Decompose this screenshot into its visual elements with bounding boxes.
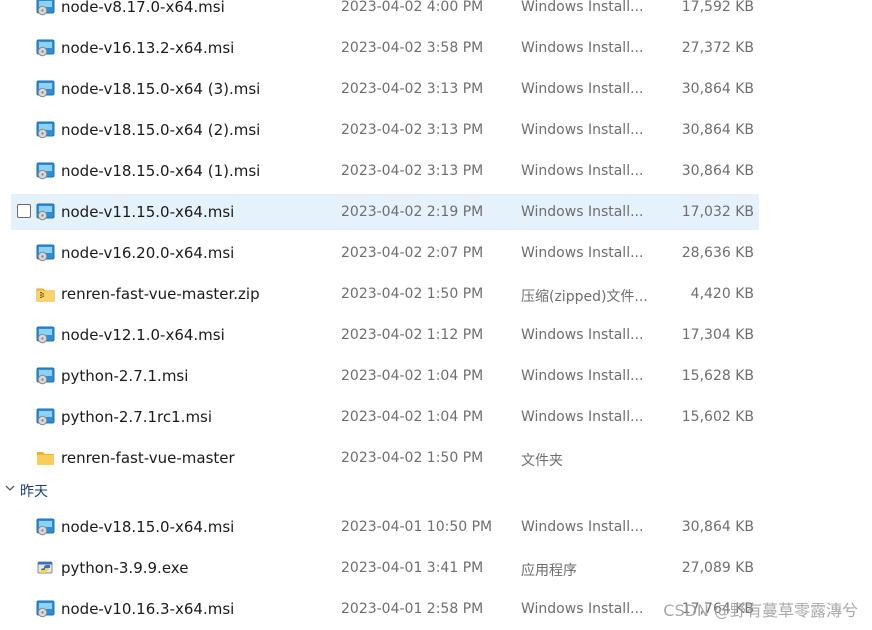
file-row[interactable]: node-v18.15.0-x64 (3).msi 2023-04-02 3:13… [11, 71, 759, 107]
file-row[interactable]: node-v8.17.0-x64.msi 2023-04-02 4:00 PM Wi… [11, 0, 759, 25]
file-date: 2023-04-02 1:12 PM [341, 327, 484, 343]
file-type: 文件夹 [521, 453, 563, 469]
file-size: 17,304 KB [681, 327, 754, 343]
msi-icon [36, 39, 55, 57]
group-label: 昨天 [20, 484, 48, 500]
file-row[interactable]: python-2.7.1rc1.msi 2023-04-02 1:04 PM Win… [11, 399, 759, 435]
file-name: node-v10.16.3-x64.msi [61, 600, 235, 618]
file-date: 2023-04-02 3:13 PM [341, 163, 484, 179]
file-size: 27,372 KB [681, 40, 754, 56]
file-size: 4,420 KB [690, 286, 754, 302]
file-date: 2023-04-01 10:50 PM [341, 519, 493, 535]
file-type: Windows Install... [521, 81, 644, 97]
file-size: 17,032 KB [681, 204, 754, 220]
file-date: 2023-04-01 2:58 PM [341, 601, 484, 617]
file-name: node-v16.13.2-x64.msi [61, 39, 235, 57]
row-checkbox[interactable] [17, 204, 31, 218]
file-name: node-v16.20.0-x64.msi [61, 244, 235, 262]
file-row[interactable]: python-2.7.1.msi 2023-04-02 1:04 PM Window… [11, 358, 759, 394]
file-name: python-2.7.1.msi [61, 367, 189, 385]
file-row[interactable]: node-v11.15.0-x64.msi 2023-04-02 2:19 PM W… [11, 194, 759, 230]
file-size: 15,628 KB [681, 368, 754, 384]
file-name: node-v18.15.0-x64 (3).msi [61, 80, 261, 98]
file-row[interactable]: node-v16.20.0-x64.msi 2023-04-02 2:07 PM W… [11, 235, 759, 271]
msi-icon [36, 367, 55, 385]
file-name: node-v11.15.0-x64.msi [61, 203, 235, 221]
group-header-yesterday[interactable]: 昨天 [0, 476, 760, 504]
file-type: Windows Install... [521, 601, 644, 617]
file-date: 2023-04-02 1:50 PM [341, 450, 484, 466]
file-row[interactable]: python-3.9.9.exe 2023-04-01 3:41 PM 应用程序 27… [11, 550, 759, 586]
file-size: 15,602 KB [681, 409, 754, 425]
file-name: node-v18.15.0-x64 (2).msi [61, 121, 261, 139]
file-name: renren-fast-vue-master.zip [61, 285, 260, 303]
file-date: 2023-04-02 2:19 PM [341, 204, 484, 220]
folder-icon [36, 449, 55, 467]
file-type: Windows Install... [521, 40, 644, 56]
file-type: Windows Install... [521, 245, 644, 261]
file-row[interactable]: node-v16.13.2-x64.msi 2023-04-02 3:58 PM W… [11, 30, 759, 66]
msi-icon [36, 80, 55, 98]
msi-icon [36, 600, 55, 618]
file-row[interactable]: node-v12.1.0-x64.msi 2023-04-02 1:12 PM Wi… [11, 317, 759, 353]
file-type: Windows Install... [521, 122, 644, 138]
chevron-down-icon[interactable] [4, 482, 16, 494]
file-size: 30,864 KB [681, 163, 754, 179]
file-type: Windows Install... [521, 368, 644, 384]
file-date: 2023-04-02 2:07 PM [341, 245, 484, 261]
file-type: 压缩(zipped)文件... [521, 289, 648, 305]
file-type: Windows Install... [521, 327, 644, 343]
file-date: 2023-04-02 1:50 PM [341, 286, 484, 302]
file-date: 2023-04-02 4:00 PM [341, 0, 484, 15]
file-size: 30,864 KB [681, 122, 754, 138]
msi-icon [36, 0, 55, 16]
file-size: 28,636 KB [681, 245, 754, 261]
file-type: 应用程序 [521, 563, 577, 579]
file-name: node-v18.15.0-x64.msi [61, 518, 235, 536]
msi-icon [36, 203, 55, 221]
msi-icon [36, 326, 55, 344]
watermark: CSDN @野有蔓草零露漙兮 [663, 601, 858, 620]
file-list: node-v8.17.0-x64.msi 2023-04-02 4:00 PM Wi… [0, 0, 872, 630]
file-date: 2023-04-02 3:13 PM [341, 81, 484, 97]
msi-icon [36, 244, 55, 262]
msi-icon [36, 162, 55, 180]
file-name: python-3.9.9.exe [61, 559, 189, 577]
zip-folder-icon [36, 285, 55, 303]
msi-icon [36, 121, 55, 139]
file-name: node-v8.17.0-x64.msi [61, 0, 225, 16]
file-size: 27,089 KB [681, 560, 754, 576]
file-date: 2023-04-01 3:41 PM [341, 560, 484, 576]
file-row[interactable]: node-v10.16.3-x64.msi 2023-04-01 2:58 PM W… [11, 591, 759, 627]
msi-icon [36, 518, 55, 536]
file-size: 17,592 KB [681, 0, 754, 15]
file-size: 30,864 KB [681, 81, 754, 97]
file-size: 30,864 KB [681, 519, 754, 535]
file-name: node-v12.1.0-x64.msi [61, 326, 225, 344]
file-date: 2023-04-02 1:04 PM [341, 409, 484, 425]
file-row[interactable]: renren-fast-vue-master.zip 2023-04-02 1:5… [11, 276, 759, 312]
file-date: 2023-04-02 3:58 PM [341, 40, 484, 56]
file-type: Windows Install... [521, 163, 644, 179]
file-type: Windows Install... [521, 519, 644, 535]
msi-icon [36, 408, 55, 426]
file-type: Windows Install... [521, 0, 644, 15]
file-name: renren-fast-vue-master [61, 449, 235, 467]
file-date: 2023-04-02 3:13 PM [341, 122, 484, 138]
file-name: node-v18.15.0-x64 (1).msi [61, 162, 261, 180]
file-row[interactable]: renren-fast-vue-master 2023-04-02 1:50 PM… [11, 440, 759, 476]
file-row[interactable]: node-v18.15.0-x64 (1).msi 2023-04-02 3:13… [11, 153, 759, 189]
exe-icon [36, 559, 55, 577]
file-type: Windows Install... [521, 204, 644, 220]
file-row[interactable]: node-v18.15.0-x64.msi 2023-04-01 10:50 PM… [11, 509, 759, 545]
file-name: python-2.7.1rc1.msi [61, 408, 213, 426]
file-date: 2023-04-02 1:04 PM [341, 368, 484, 384]
file-row[interactable]: node-v18.15.0-x64 (2).msi 2023-04-02 3:13… [11, 112, 759, 148]
file-type: Windows Install... [521, 409, 644, 425]
